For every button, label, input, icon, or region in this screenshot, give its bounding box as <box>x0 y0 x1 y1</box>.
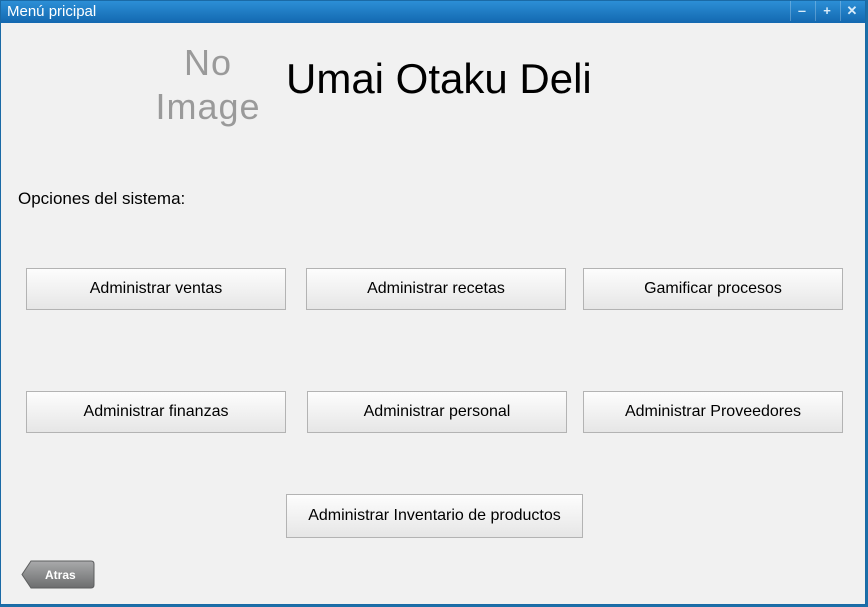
main-menu-window: Menú pricipal ‒ + ✕ No Image Umai Otaku … <box>0 0 866 605</box>
menu-content: No Image Umai Otaku Deli Opciones del si… <box>5 23 861 600</box>
logo-line-1: No <box>183 42 233 83</box>
manage-suppliers-button[interactable]: Administrar Proveedores <box>583 391 843 433</box>
window-controls: ‒ + ✕ <box>788 1 863 23</box>
app-name: Umai Otaku Deli <box>286 55 592 102</box>
manage-finances-button[interactable]: Administrar finanzas <box>26 391 286 433</box>
manage-recipes-button[interactable]: Administrar recetas <box>306 268 566 310</box>
back-label: Atras <box>45 568 76 582</box>
close-icon[interactable]: ✕ <box>840 1 863 21</box>
back-button[interactable]: Atras <box>21 560 95 589</box>
title-bar[interactable]: Menú pricipal ‒ + ✕ <box>1 1 865 23</box>
section-label: Opciones del sistema: <box>18 189 186 208</box>
minimize-icon[interactable]: ‒ <box>790 1 813 21</box>
logo-placeholder: No Image <box>149 41 267 129</box>
gamify-processes-button[interactable]: Gamificar procesos <box>583 268 843 310</box>
manage-sales-button[interactable]: Administrar ventas <box>26 268 286 310</box>
manage-inventory-button[interactable]: Administrar Inventario de productos <box>286 494 583 538</box>
window-title: Menú pricipal <box>7 3 97 20</box>
manage-staff-button[interactable]: Administrar personal <box>307 391 567 433</box>
logo-line-2: Image <box>155 86 261 127</box>
maximize-icon[interactable]: + <box>815 1 838 21</box>
